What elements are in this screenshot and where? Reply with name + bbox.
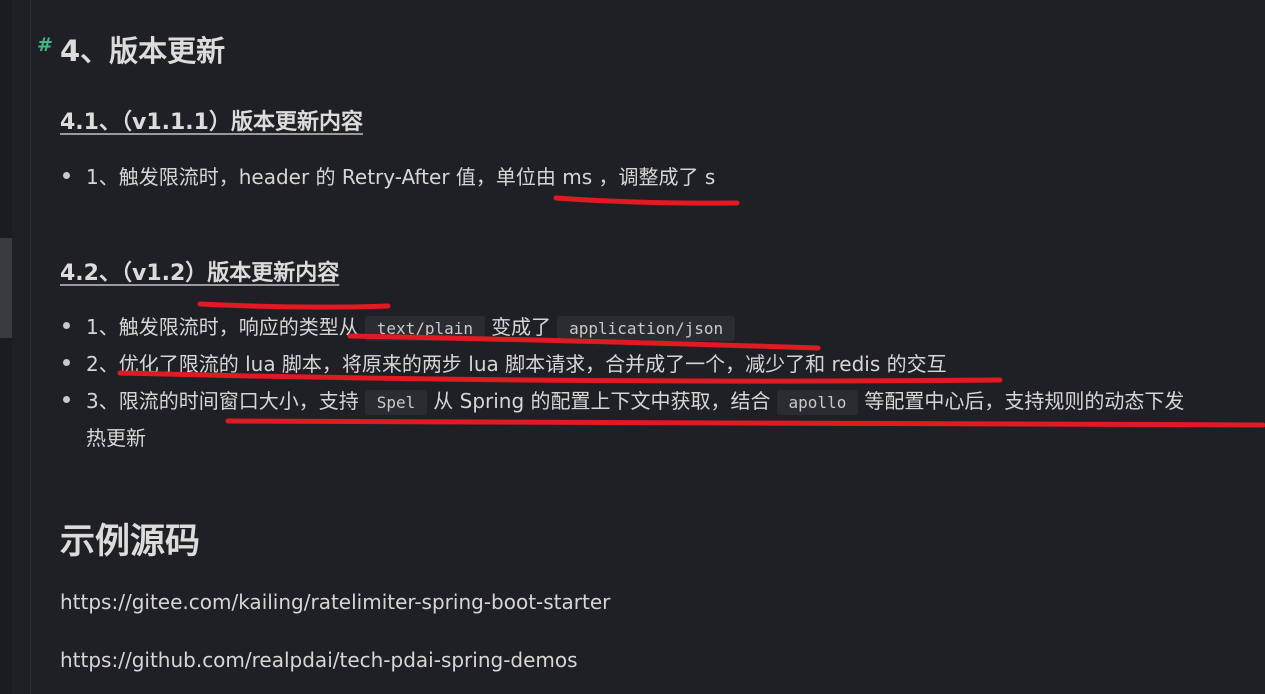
list-item-text: 等配置中心后，支持规则的动态下发 (864, 389, 1185, 413)
list-item: 3、限流的时间窗口大小，支持 Spel 从 Spring 的配置上下文中获取，结合 a… (63, 385, 1185, 415)
markdown-preview: # 4、版本更新 4.1、（v1.1.1）版本更新内容 1、触发限流时，head… (0, 0, 1265, 694)
subheading-v1-2[interactable]: 4.2、（v1.2）版本更新内容 (60, 255, 339, 287)
inline-code: apollo (776, 390, 859, 415)
inline-code: application/json (557, 316, 736, 341)
example-heading: 示例源码 (60, 522, 201, 562)
list-item: 1、触发限流时，header 的 Retry-After 值，单位由 ms ，调… (63, 161, 716, 190)
bullet-icon (63, 396, 70, 403)
list-item-text: 2、优化了限流的 lua 脚本，将原来的两步 lua 脚本请求，合并成了一个，减… (86, 352, 947, 376)
gutter-divider (30, 0, 31, 694)
list-item-text: 1、触发限流时，响应的类型从 (86, 315, 359, 339)
list-item-continuation: 热更新 (86, 426, 146, 450)
list-item: 1、触发限流时，响应的类型从 text/plain 变成了 application/j… (63, 311, 741, 341)
list-item-text: 3、限流的时间窗口大小，支持 (86, 389, 359, 413)
heading-anchor-link[interactable]: # (37, 34, 53, 56)
bullet-icon (63, 172, 70, 179)
annotation-underline (225, 418, 1265, 428)
list-item-text: 从 Spring 的配置上下文中获取，结合 (433, 389, 771, 413)
inline-code: text/plain (364, 316, 486, 341)
scrollbar-track[interactable] (0, 0, 12, 694)
section-heading: 4、版本更新 (60, 34, 226, 68)
list-item: 2、优化了限流的 lua 脚本，将原来的两步 lua 脚本请求，合并成了一个，减… (63, 348, 947, 377)
github-link[interactable]: https://github.com/realpdai/tech-pdai-sp… (60, 648, 578, 672)
scrollbar-thumb[interactable] (0, 238, 12, 338)
list-item-text: 1、触发限流时，header 的 Retry-After 值，单位由 ms ，调… (86, 165, 716, 189)
gitee-link[interactable]: https://gitee.com/kailing/ratelimiter-sp… (60, 590, 610, 614)
annotation-underline (553, 195, 740, 206)
subheading-v1-1-1[interactable]: 4.1、（v1.1.1）版本更新内容 (60, 104, 363, 136)
bullet-icon (63, 359, 70, 366)
inline-code: Spel (364, 390, 428, 415)
bullet-icon (63, 322, 70, 329)
annotation-underline (197, 301, 391, 310)
list-item-text: 变成了 (491, 315, 552, 339)
